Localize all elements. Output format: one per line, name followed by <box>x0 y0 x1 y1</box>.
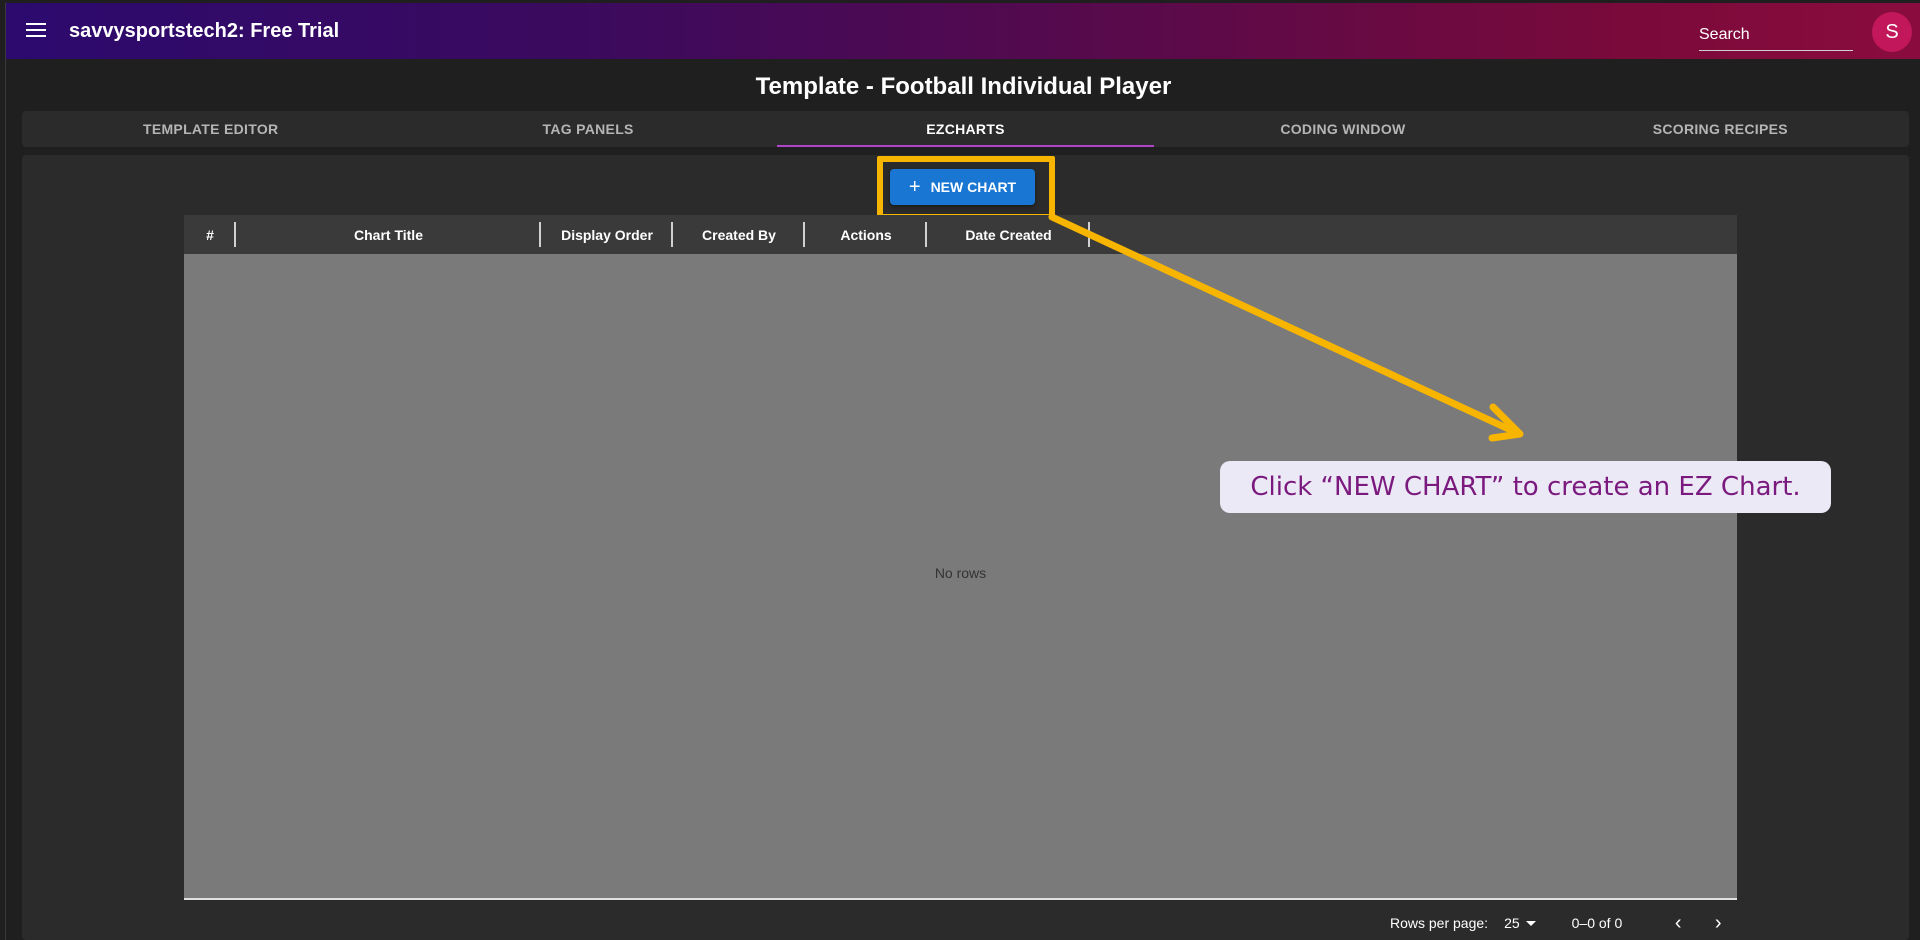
column-header-created-by[interactable]: Created By <box>673 215 805 254</box>
app-bar: savvysportstech2: Free Trial S <box>6 3 1920 59</box>
user-avatar[interactable]: S <box>1872 12 1912 52</box>
grid-body: No rows <box>184 254 1737 900</box>
charts-data-grid: # Chart Title Display Order Created By A… <box>184 215 1737 900</box>
grid-header: # Chart Title Display Order Created By A… <box>184 215 1737 254</box>
new-chart-label: NEW CHART <box>930 179 1017 195</box>
tab-template-editor[interactable]: TEMPLATE EDITOR <box>22 111 399 147</box>
column-header-date-created[interactable]: Date Created <box>927 215 1090 254</box>
pagination: Rows per page: 25 0–0 of 0 ‹ › <box>1390 910 1732 936</box>
empty-state-text: No rows <box>934 565 987 581</box>
pagination-range: 0–0 of 0 <box>1571 915 1623 931</box>
caret-down-icon <box>1525 920 1536 926</box>
tab-bar: TEMPLATE EDITOR TAG PANELS EZCHARTS CODI… <box>22 111 1909 147</box>
column-header-number[interactable]: # <box>184 215 236 254</box>
column-header-display-order[interactable]: Display Order <box>541 215 673 254</box>
column-header-actions[interactable]: Actions <box>805 215 927 254</box>
plus-icon: + <box>908 176 921 198</box>
chevron-left-icon[interactable]: ‹ <box>1664 910 1692 936</box>
column-header-chart-title[interactable]: Chart Title <box>236 215 541 254</box>
tab-tag-panels[interactable]: TAG PANELS <box>399 111 776 147</box>
rows-per-page-label: Rows per page: <box>1390 915 1489 931</box>
search-input[interactable] <box>1699 21 1853 49</box>
rows-per-page-value: 25 <box>1504 915 1520 931</box>
tab-scoring-recipes[interactable]: SCORING RECIPES <box>1532 111 1909 147</box>
chevron-right-icon[interactable]: › <box>1704 910 1732 936</box>
page-title: Template - Football Individual Player <box>755 73 1172 100</box>
search-field <box>1699 21 1853 51</box>
rows-per-page-select[interactable]: 25 <box>1504 915 1536 931</box>
hamburger-menu-icon[interactable] <box>24 19 48 43</box>
app-title: savvysportstech2: Free Trial <box>69 20 340 42</box>
tab-ezcharts[interactable]: EZCHARTS <box>776 111 1155 147</box>
new-chart-button[interactable]: + NEW CHART <box>890 169 1035 205</box>
tutorial-callout: Click “NEW CHART” to create an EZ Chart. <box>1220 461 1831 513</box>
tab-coding-window[interactable]: CODING WINDOW <box>1154 111 1531 147</box>
